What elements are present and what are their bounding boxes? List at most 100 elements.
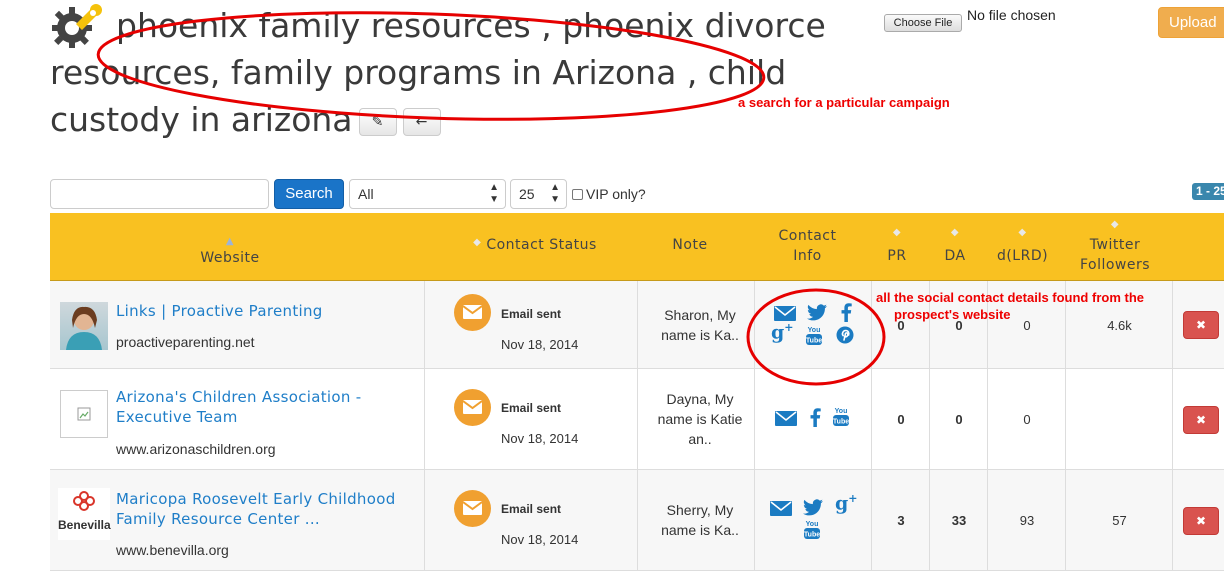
delete-button[interactable]: ✖ <box>1183 406 1219 434</box>
upload-button[interactable]: Upload <box>1158 7 1224 38</box>
table-row: Arizona's Children Association - Executiv… <box>50 369 1224 470</box>
edit-campaign-button[interactable]: ✎ <box>358 107 397 136</box>
site-name-line-2[interactable]: Family Resource Center ... <box>116 510 320 528</box>
note-text: Dayna, My name is Katie an.. <box>640 389 760 449</box>
select-arrows-icon: ▲ ▼ <box>550 182 560 205</box>
back-button[interactable]: ← <box>402 107 441 136</box>
svg-text:You: You <box>835 408 848 415</box>
svg-text:You: You <box>806 521 819 528</box>
youtube-icon[interactable]: You Tube <box>806 326 822 345</box>
annotation-social-line-1: all the social contact details found fro… <box>876 290 1144 305</box>
note-line-1: Sherry, My <box>666 502 734 518</box>
sort-icon: ◆ <box>1018 227 1027 238</box>
site-name-link[interactable]: Links | Proactive Parenting <box>116 301 416 321</box>
filter-select[interactable]: All ▲ ▼ <box>349 179 506 209</box>
status-date: Nov 18, 2014 <box>501 337 579 352</box>
sort-icon: ◆ <box>1110 219 1120 230</box>
site-thumbnail <box>60 302 108 350</box>
close-icon: ✖ <box>1195 514 1207 528</box>
email-icon[interactable] <box>770 501 792 516</box>
site-name-line-2[interactable]: Executive Team <box>116 408 238 426</box>
column-website[interactable]: ▲ Website <box>150 213 310 281</box>
note-text: Sharon, My name is Ka.. <box>640 305 760 345</box>
facebook-icon[interactable] <box>809 408 821 427</box>
benevilla-logo-text: Benevilla <box>58 518 111 532</box>
annotation-social: all the social contact details found fro… <box>876 289 1176 323</box>
close-icon: ✖ <box>1195 318 1207 332</box>
youtube-icon[interactable]: You Tube <box>833 407 849 426</box>
twitter-icon[interactable] <box>803 499 823 516</box>
choose-file-button[interactable]: Choose File <box>884 14 962 32</box>
google-plus-icon[interactable]: g+ <box>771 321 794 343</box>
dlrd-value: 0 <box>1023 412 1031 427</box>
site-url: proactiveparenting.net <box>116 334 255 350</box>
column-da-label: DA <box>944 248 966 264</box>
youtube-icon[interactable]: You Tube <box>804 520 820 539</box>
column-dlrd[interactable]: ◆ d(LRD) <box>990 213 1055 281</box>
note-line-2: name is Ka.. <box>661 327 739 343</box>
svg-text:Tube: Tube <box>804 532 820 539</box>
filter-select-value: All <box>358 186 374 202</box>
site-url: www.benevilla.org <box>116 542 229 558</box>
benevilla-logo-icon <box>73 491 95 511</box>
vip-only-checkbox[interactable]: VIP only? <box>572 186 646 202</box>
column-contact-status-label: Contact Status <box>486 237 597 253</box>
pr-value: 0 <box>897 412 905 427</box>
site-name-line-1[interactable]: Maricopa Roosevelt Early Childhood <box>116 490 396 508</box>
close-icon: ✖ <box>1195 413 1207 427</box>
arrow-left-icon: ← <box>415 113 428 130</box>
svg-text:Tube: Tube <box>833 419 849 426</box>
column-contact-info-label-1: Contact <box>778 228 837 244</box>
table-row: Benevilla Maricopa Roosevelt Early Child… <box>50 470 1224 571</box>
email-status-icon <box>454 490 491 527</box>
da-value: 33 <box>951 513 967 528</box>
twitter-followers-value: 57 <box>1112 513 1127 528</box>
site-name-link[interactable]: Arizona's Children Association - Executiv… <box>116 387 416 427</box>
sort-icon: ◆ <box>892 227 902 238</box>
broken-image-icon <box>77 407 91 421</box>
search-button[interactable]: Search <box>274 179 344 209</box>
column-da[interactable]: ◆ DA <box>930 213 980 281</box>
email-icon[interactable] <box>774 306 796 321</box>
site-thumbnail <box>60 390 108 438</box>
status-date: Nov 18, 2014 <box>501 532 579 547</box>
pagination-badge: 1 - 25 <box>1192 183 1224 200</box>
pinterest-icon[interactable] <box>836 326 854 344</box>
column-dlrd-label: d(LRD) <box>996 248 1049 264</box>
site-url: www.arizonaschildren.org <box>116 441 276 457</box>
page-size-select[interactable]: 25 ▲ ▼ <box>510 179 567 209</box>
cell-twitter <box>1066 369 1173 469</box>
checkbox-box[interactable] <box>572 189 583 200</box>
note-line-2: name is Katie <box>657 411 743 427</box>
email-icon[interactable] <box>775 411 797 426</box>
svg-text:Tube: Tube <box>806 338 822 345</box>
column-twitter-label-1: Twitter <box>1089 237 1141 253</box>
site-name-line-1[interactable]: Arizona's Children Association - <box>116 388 361 406</box>
search-input[interactable] <box>50 179 269 209</box>
dlrd-value: 93 <box>1019 513 1035 528</box>
site-name-link[interactable]: Maricopa Roosevelt Early Childhood Family… <box>116 489 416 529</box>
note-text: Sherry, My name is Ka.. <box>640 500 760 540</box>
note-line-1: Sharon, My <box>664 307 736 323</box>
sort-icon: ◆ <box>473 237 482 248</box>
column-website-label: Website <box>200 250 260 266</box>
pencil-icon: ✎ <box>371 113 384 130</box>
facebook-icon[interactable] <box>840 303 852 322</box>
delete-button[interactable]: ✖ <box>1183 507 1219 535</box>
column-twitter-label-2: Followers <box>1079 257 1151 273</box>
column-twitter-followers[interactable]: ◆ Twitter Followers <box>1065 213 1165 281</box>
column-pr[interactable]: ◆ PR <box>872 213 922 281</box>
site-thumbnail: Benevilla <box>58 488 111 540</box>
email-status-icon <box>454 389 491 426</box>
note-line-2: name is Ka.. <box>661 522 739 538</box>
column-contact-status[interactable]: ◆ Contact Status <box>455 213 615 281</box>
status-label: Email sent <box>501 307 562 321</box>
delete-button[interactable]: ✖ <box>1183 311 1219 339</box>
email-status-icon <box>454 294 491 331</box>
google-plus-icon[interactable]: g+ <box>835 492 858 514</box>
vip-only-label: VIP only? <box>586 186 646 202</box>
twitter-icon[interactable] <box>807 304 827 321</box>
file-status-text: No file chosen <box>967 7 1056 23</box>
annotation-social-line-2: prospect's website <box>894 307 1011 322</box>
status-label: Email sent <box>501 401 562 415</box>
